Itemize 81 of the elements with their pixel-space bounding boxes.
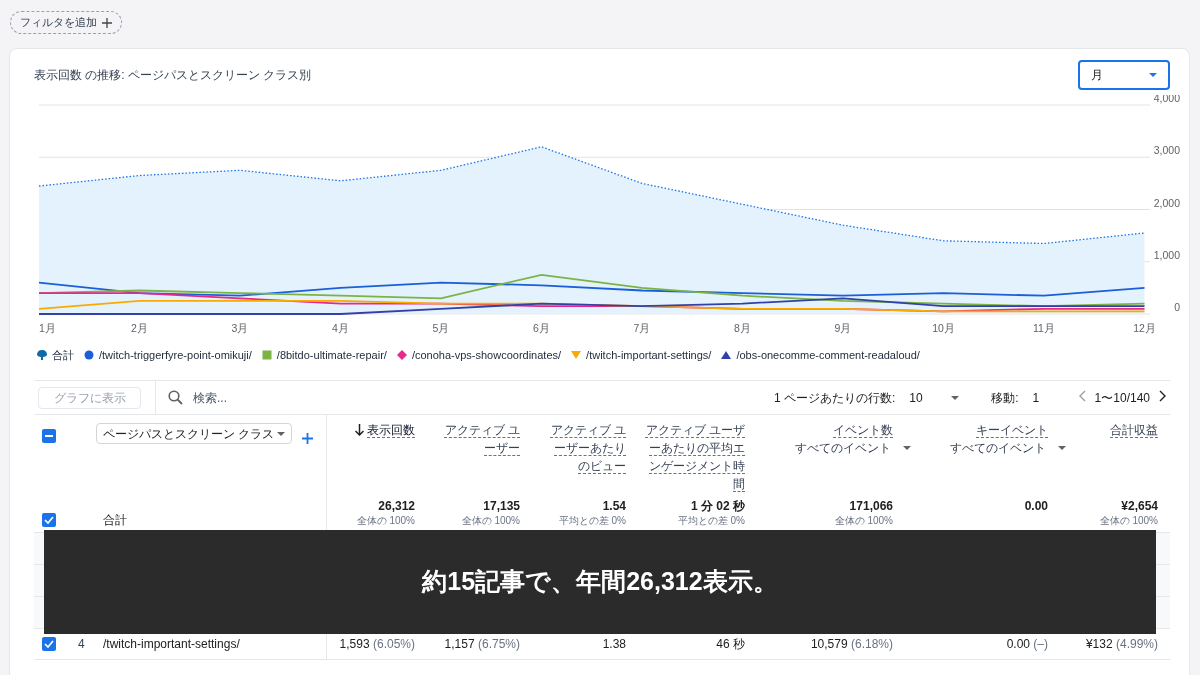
x-axis-label: 3月 (231, 322, 249, 334)
search-icon (168, 390, 183, 405)
x-axis-label: 7月 (633, 322, 651, 334)
table-cell: 1.38 (602, 637, 626, 651)
x-axis-label: 5月 (432, 322, 450, 334)
x-axis-label: 4月 (332, 322, 349, 334)
column-header[interactable]: 合計収益 (1078, 421, 1158, 439)
table-cell: 46 秒 (716, 637, 745, 651)
goto-label: 移動: (991, 389, 1019, 407)
check-icon (44, 515, 54, 525)
caret-icon (951, 395, 960, 400)
total-value: 171,066 (849, 499, 893, 513)
caret-icon (903, 446, 911, 450)
legend-label: /conoha-vps-showcoordinates/ (411, 347, 562, 363)
plus-icon (102, 17, 112, 28)
legend-label: /8bitdo-ultimate-repair/ (276, 347, 387, 363)
subtitle-caption: 約15記事で、年間26,312表示。 (44, 530, 1156, 634)
checkbox[interactable] (42, 513, 56, 527)
totals-label: 合計 (103, 513, 127, 527)
chart-title: 表示回数 の推移: ページパスとスクリーン クラス別 (34, 67, 312, 84)
sort-arrow-icon (355, 424, 364, 436)
chevron-right-icon (1159, 389, 1166, 402)
table-cell: 10,579 (6.18%) (810, 637, 893, 651)
page-range: 1〜10/140 (1094, 389, 1150, 407)
goto-page-field[interactable]: 1 (1032, 388, 1053, 407)
rows-per-page-label: 1 ページあたりの行数: (773, 389, 896, 407)
x-axis-label: 11月 (1033, 322, 1055, 334)
legend-label: /obs-onecomme-comment-readaloud/ (736, 347, 920, 363)
table-cell: ¥132 (4.99%) (1085, 637, 1158, 651)
search-field[interactable]: 検索... (193, 388, 393, 407)
plus-icon (302, 433, 313, 444)
total-value: 17,135 (483, 499, 520, 513)
total-value: ¥2,654 (1121, 499, 1158, 513)
column-header[interactable]: アクティブ ユーザー (440, 421, 520, 457)
legend-label: /twitch-important-settings/ (586, 347, 712, 363)
row-number: 4 (77, 636, 86, 653)
column-header[interactable]: アクティブ ユーザーあたりの平均エンゲージメント時間 (641, 421, 745, 493)
y-axis-label: 2,000 (1153, 196, 1180, 209)
column-header[interactable]: キーイベント (918, 421, 1048, 439)
total-share: 平均との差 0% (558, 514, 626, 527)
total-value: 26,312 (378, 499, 415, 513)
table-cell: 0.00 (–) (1006, 637, 1048, 651)
column-header[interactable]: イベント数 (763, 421, 893, 439)
x-axis-label: 9月 (834, 322, 852, 334)
event-filter-dropdown[interactable]: すべてのイベント (950, 439, 1066, 457)
x-axis-label: 10月 (932, 322, 955, 334)
total-value: 1.54 (602, 499, 626, 513)
table-cell: 1,593 (6.05%) (339, 637, 415, 651)
period-dropdown[interactable]: 月 (1078, 60, 1170, 90)
event-filter-dropdown[interactable]: すべてのイベント (795, 439, 911, 457)
x-axis-label: 2月 (131, 322, 148, 334)
legend-label: /twitch-triggerfyre-point-omikuji/ (99, 347, 252, 363)
check-icon (44, 639, 54, 649)
total-share: 全体の 100% (356, 514, 415, 527)
dimension-dropdown[interactable]: ページパスとスクリーン クラス (96, 423, 292, 444)
total-share: 全体の 100% (1099, 514, 1158, 527)
y-axis-label: 3,000 (1153, 144, 1180, 157)
caret-icon (1058, 446, 1066, 450)
x-axis-label: 6月 (533, 322, 550, 334)
y-axis-label: 4,000 (1153, 95, 1180, 104)
caret-icon (277, 431, 285, 436)
rows-per-page-dropdown[interactable]: 10 (909, 388, 960, 407)
x-axis-label: 1月 (39, 322, 56, 334)
page-path[interactable]: /twitch-important-settings/ (103, 635, 240, 653)
chevron-left-icon (1078, 389, 1086, 402)
checkbox[interactable] (42, 429, 56, 443)
total-value: 1 分 02 秒 (690, 499, 745, 513)
checkbox[interactable] (42, 637, 56, 651)
caret-icon (1149, 73, 1157, 77)
total-share: 全体の 100% (461, 514, 520, 527)
total-share: 全体の 100% (834, 514, 893, 527)
column-header[interactable]: アクティブ ユーザーあたりのビュー (546, 421, 626, 475)
total-value: 0.00 (1024, 499, 1048, 513)
y-axis-label: 0 (1174, 301, 1180, 313)
y-axis-label: 1,000 (1153, 248, 1180, 261)
table-cell: 1,157 (6.75%) (444, 637, 520, 651)
legend-label: 合計 (52, 347, 74, 363)
total-share: 平均との差 0% (677, 514, 745, 527)
x-axis-label: 8月 (734, 322, 751, 334)
x-axis-label: 12月 (1133, 322, 1156, 334)
column-header[interactable]: 表示回数 (367, 421, 415, 439)
